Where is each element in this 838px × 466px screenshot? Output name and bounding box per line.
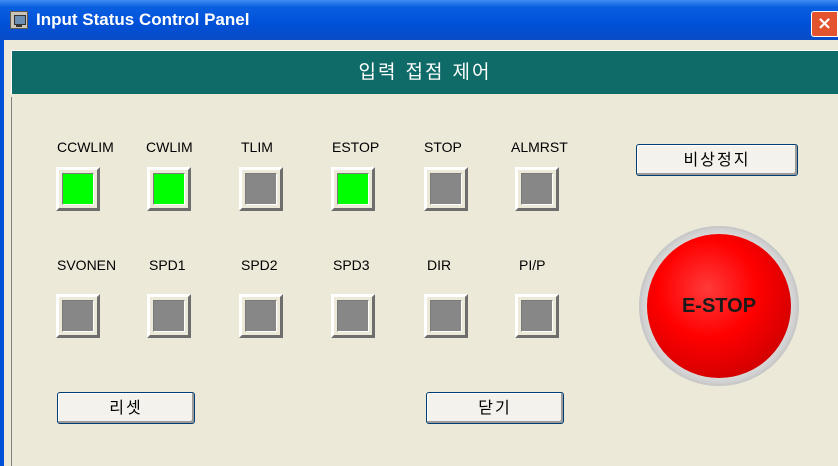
led-spd2 bbox=[239, 294, 283, 338]
input-label-cwlim: CWLIM bbox=[146, 139, 193, 155]
led-svonen bbox=[56, 294, 100, 338]
reset-button[interactable]: 리셋 bbox=[57, 392, 195, 424]
close-icon: × bbox=[816, 13, 833, 34]
input-label-stop: STOP bbox=[424, 139, 462, 155]
title-bar: Input Status Control Panel × bbox=[0, 0, 838, 40]
led-tlim bbox=[239, 167, 283, 211]
input-label-ccwlim: CCWLIM bbox=[57, 139, 114, 155]
input-label-estop: ESTOP bbox=[332, 139, 380, 155]
led-estop bbox=[331, 167, 375, 211]
close-button[interactable]: 닫기 bbox=[426, 392, 564, 424]
input-label-almrst: ALMRST bbox=[511, 139, 568, 155]
led-almrst bbox=[515, 167, 559, 211]
led-spd1 bbox=[147, 294, 191, 338]
app-icon bbox=[10, 11, 28, 29]
estop-big-button[interactable]: E-STOP bbox=[639, 226, 799, 386]
panel-header-title: 입력 접점 제어 bbox=[358, 61, 492, 83]
window-title: Input Status Control Panel bbox=[36, 10, 250, 29]
estop-label: E-STOP bbox=[681, 295, 757, 317]
input-label-spd2: SPD2 bbox=[241, 257, 278, 273]
panel-header: 입력 접점 제어 bbox=[11, 50, 838, 94]
input-label-dir: DIR bbox=[427, 257, 452, 273]
close-window-button[interactable]: × bbox=[811, 11, 838, 37]
input-label-pip: PI/P bbox=[519, 257, 546, 273]
input-label-tlim: TLIM bbox=[241, 139, 273, 155]
led-stop bbox=[424, 167, 468, 211]
led-ccwlim bbox=[56, 167, 100, 211]
led-cwlim bbox=[147, 167, 191, 211]
led-dir bbox=[424, 294, 468, 338]
input-label-spd3: SPD3 bbox=[333, 257, 370, 273]
input-label-spd1: SPD1 bbox=[149, 257, 186, 273]
input-label-svonen: SVONEN bbox=[57, 257, 117, 273]
led-pip bbox=[515, 294, 559, 338]
led-spd3 bbox=[331, 294, 375, 338]
emergency-stop-button[interactable]: 비상정지 bbox=[636, 144, 798, 176]
